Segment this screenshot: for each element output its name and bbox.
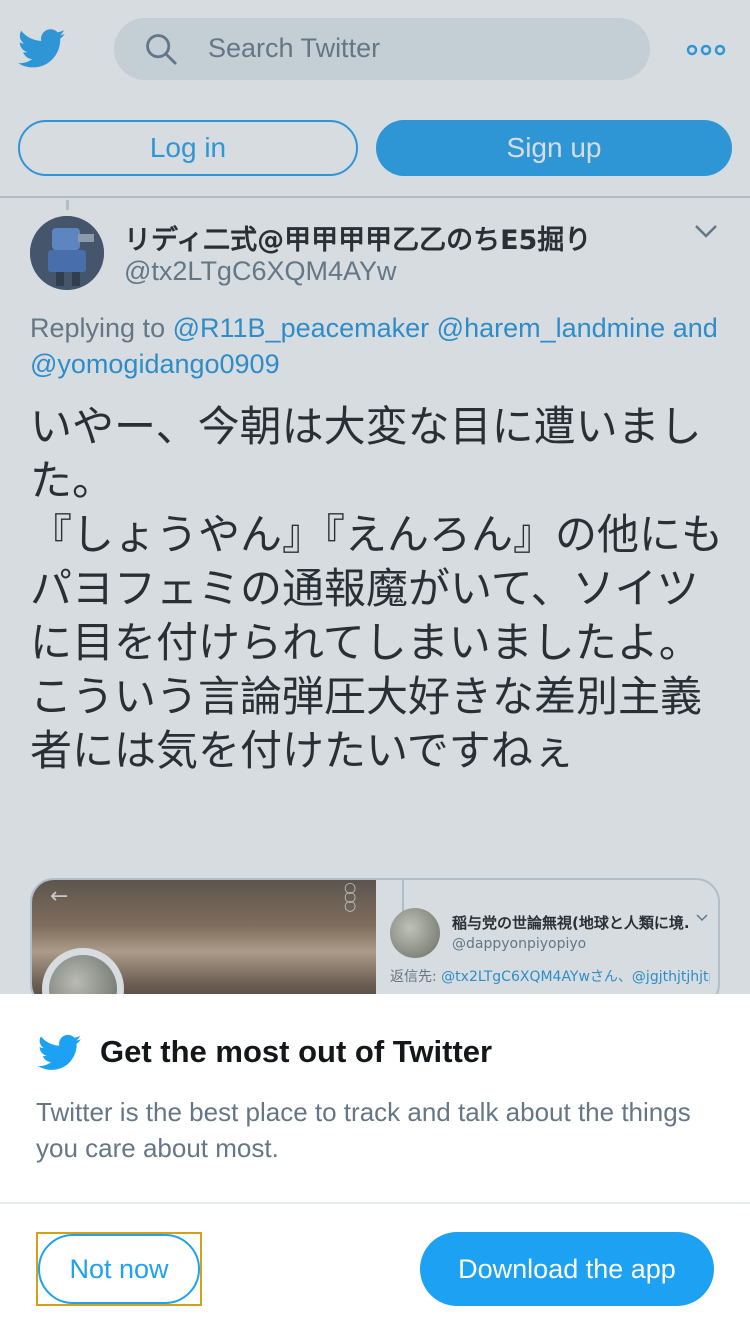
- sheet-description: Twitter is the best place to track and t…: [36, 1097, 691, 1163]
- not-now-button[interactable]: Not now: [38, 1234, 200, 1304]
- app-promo-sheet: Get the most out of Twitter Twitter is t…: [0, 994, 750, 1334]
- divider: [0, 1202, 750, 1204]
- download-app-button[interactable]: Download the app: [420, 1232, 714, 1306]
- sheet-title: Get the most out of Twitter: [100, 1034, 493, 1069]
- modal-backdrop[interactable]: [0, 0, 750, 994]
- twitter-bird-icon: [38, 1034, 82, 1070]
